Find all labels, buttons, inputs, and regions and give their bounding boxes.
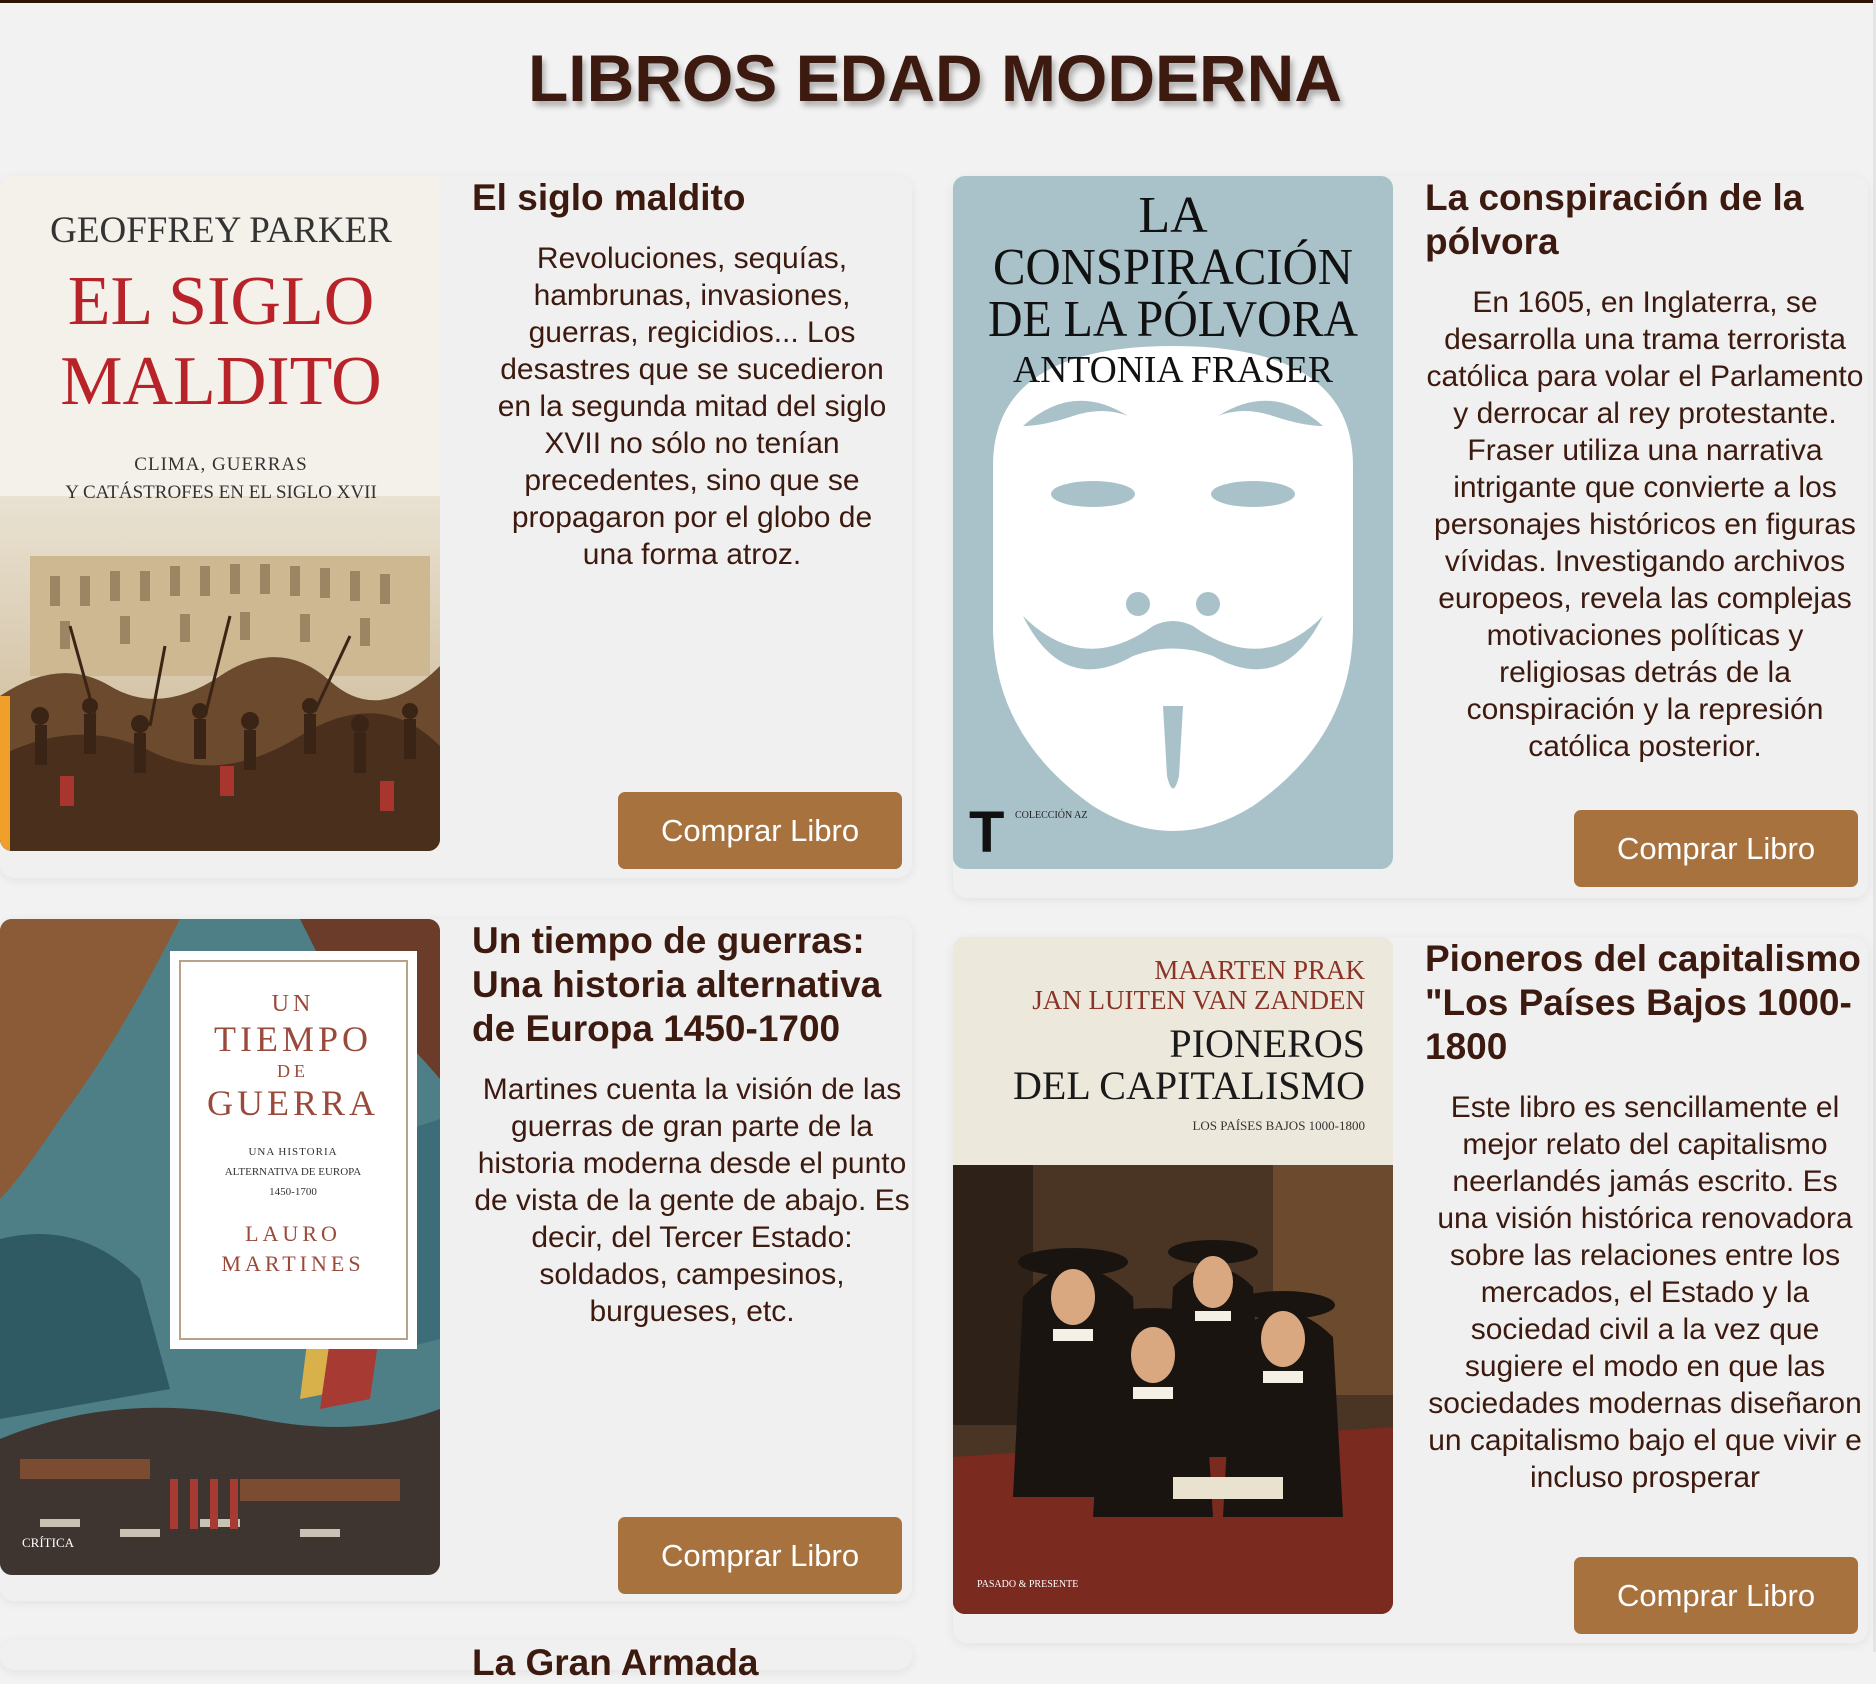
buy-book-button[interactable]: Comprar Libro	[1574, 810, 1858, 887]
svg-text:MALDITO: MALDITO	[60, 343, 381, 420]
book-card-conspiracion-polvora: LA CONSPIRACIÓN DE LA PÓLVORA ANTONIA FR…	[953, 176, 1868, 898]
book-title: Un tiempo de guerras: Una historia alter…	[472, 920, 882, 1049]
svg-text:TIEMPO: TIEMPO	[214, 1019, 372, 1059]
svg-text:ALTERNATIVA DE EUROPA: ALTERNATIVA DE EUROPA	[225, 1166, 362, 1178]
svg-text:DE: DE	[277, 1061, 309, 1081]
book-description: Revoluciones, sequías, hambrunas, invasi…	[497, 242, 887, 571]
svg-text:UN: UN	[272, 991, 315, 1017]
svg-text:PASADO & PRESENTE: PASADO & PRESENTE	[977, 1579, 1078, 1590]
book-cover-image[interactable]: LA CONSPIRACIÓN DE LA PÓLVORA ANTONIA FR…	[953, 176, 1393, 869]
book-card-siglo-maldito: GEOFFREY PARKER EL SIGLO MALDITO CLIMA, …	[0, 176, 912, 878]
buy-book-button[interactable]: Comprar Libro	[618, 1517, 902, 1594]
book-description: En 1605, en Inglaterra, se desarrolla un…	[1426, 286, 1864, 763]
book-title: El siglo maldito	[472, 177, 746, 218]
book-description: Este libro es sencillamente el mejor rel…	[1428, 1091, 1862, 1494]
svg-text:ANTONIA FRASER: ANTONIA FRASER	[1013, 349, 1334, 391]
book-card-pioneros-capitalismo: MAARTEN PRAK JAN LUITEN VAN ZANDEN PIONE…	[953, 937, 1868, 1643]
book-card-next	[0, 1640, 912, 1670]
svg-text:PIONEROS: PIONEROS	[1169, 1021, 1365, 1066]
svg-text:EL SIGLO: EL SIGLO	[68, 263, 375, 340]
book-info: Pioneros del capitalismo "Los Países Baj…	[1425, 937, 1865, 1496]
book-cover-image[interactable]: MAARTEN PRAK JAN LUITEN VAN ZANDEN PIONE…	[953, 937, 1393, 1614]
svg-text:CLIMA, GUERRAS: CLIMA, GUERRAS	[134, 454, 307, 475]
svg-text:GUERRA: GUERRA	[207, 1083, 379, 1123]
book-title: Pioneros del capitalismo "Los Países Baj…	[1425, 938, 1861, 1067]
page-title: LIBROS EDAD MODERNA	[527, 41, 1342, 115]
svg-text:Y CATÁSTROFES EN EL SIGLO XVII: Y CATÁSTROFES EN EL SIGLO XVII	[65, 481, 377, 503]
book-card-tiempo-de-guerras: UN TIEMPO DE GUERRA UNA HISTORIA ALTERNA…	[0, 919, 912, 1601]
svg-text:MAARTEN PRAK: MAARTEN PRAK	[1154, 955, 1365, 985]
svg-text:LAURO: LAURO	[245, 1221, 341, 1246]
top-border	[0, 0, 1876, 3]
buy-book-button[interactable]: Comprar Libro	[618, 792, 902, 869]
book-info: Un tiempo de guerras: Una historia alter…	[472, 919, 912, 1330]
svg-text:DEL CAPITALISMO: DEL CAPITALISMO	[1013, 1063, 1365, 1108]
svg-text:DE LA PÓLVORA: DE LA PÓLVORA	[988, 290, 1358, 348]
book-title: La conspiración de la pólvora	[1425, 177, 1804, 262]
svg-text:LOS PAÍSES BAJOS 1000-1800: LOS PAÍSES BAJOS 1000-1800	[1192, 1118, 1365, 1133]
book-info: La conspiración de la pólvora En 1605, e…	[1425, 176, 1865, 765]
svg-text:T: T	[969, 800, 1004, 865]
book-cover-image[interactable]: GEOFFREY PARKER EL SIGLO MALDITO CLIMA, …	[0, 176, 440, 851]
book-cover-image[interactable]: UN TIEMPO DE GUERRA UNA HISTORIA ALTERNA…	[0, 919, 440, 1575]
svg-text:LA: LA	[1138, 187, 1208, 244]
svg-text:CRÍTICA: CRÍTICA	[22, 1535, 75, 1550]
svg-text:COLECCIÓN AZ: COLECCIÓN AZ	[1015, 809, 1088, 821]
book-description: Martines cuenta la visión de las guerras…	[474, 1073, 910, 1328]
next-book-title: La Gran Armada	[472, 1642, 759, 1683]
buy-book-button[interactable]: Comprar Libro	[1574, 1557, 1858, 1634]
book-info: El siglo maldito Revoluciones, sequías, …	[472, 176, 912, 573]
svg-text:MARTINES: MARTINES	[221, 1251, 364, 1276]
svg-text:CONSPIRACIÓN: CONSPIRACIÓN	[993, 238, 1353, 296]
svg-text:JAN LUITEN VAN ZANDEN: JAN LUITEN VAN ZANDEN	[1032, 985, 1365, 1015]
svg-text:GEOFFREY PARKER: GEOFFREY PARKER	[50, 210, 392, 251]
svg-text:1450-1700: 1450-1700	[269, 1186, 317, 1198]
svg-text:UNA HISTORIA: UNA HISTORIA	[248, 1146, 337, 1158]
